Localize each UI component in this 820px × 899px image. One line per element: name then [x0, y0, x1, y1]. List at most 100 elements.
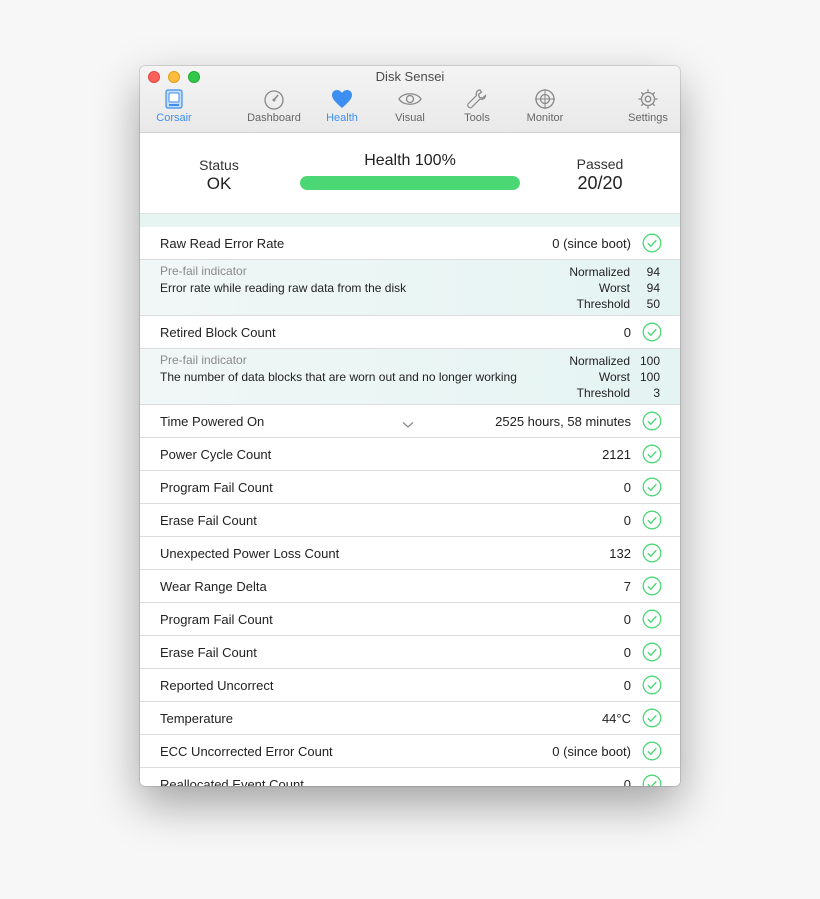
- check-icon: [642, 510, 662, 530]
- attribute-name: Retired Block Count: [160, 325, 276, 340]
- attribute-row[interactable]: Wear Range Delta 7: [140, 570, 680, 603]
- check-icon: [642, 609, 662, 629]
- attribute-value: 0 (since boot): [552, 236, 631, 251]
- check-icon: [642, 322, 662, 342]
- attribute-row[interactable]: Retired Block Count 0: [140, 316, 680, 349]
- attribute-value: 44°C: [601, 711, 631, 726]
- attribute-name: ECC Uncorrected Error Count: [160, 744, 333, 759]
- check-icon: [642, 477, 662, 497]
- attribute-name: Temperature: [160, 711, 233, 726]
- metric-row: Normalized 100: [569, 353, 660, 369]
- attribute-row[interactable]: Erase Fail Count 0: [140, 636, 680, 669]
- attribute-description: Error rate while reading raw data from t…: [160, 281, 407, 295]
- disk-icon: [165, 89, 183, 109]
- attribute-row[interactable]: Power Cycle Count 2121: [140, 438, 680, 471]
- attribute-name: Power Cycle Count: [160, 447, 272, 462]
- toolbar-item-label: Settings: [628, 112, 668, 124]
- status-label: Status: [199, 157, 239, 173]
- check-icon: [642, 444, 662, 464]
- toolbar-item-settings[interactable]: Settings: [613, 88, 680, 124]
- metric-label: Threshold: [576, 386, 630, 400]
- heart-icon: [332, 90, 352, 108]
- attribute-row[interactable]: Erase Fail Count 0: [140, 504, 680, 537]
- attribute-row[interactable]: Time Powered On 2525 hours, 58 minutes: [140, 405, 680, 438]
- toolbar-item-visual[interactable]: Visual: [375, 88, 445, 124]
- toolbar: Disk Sensei Corsair Dashboard Health Vis…: [140, 66, 680, 133]
- gauge-icon: [264, 90, 284, 110]
- metric-label: Worst: [598, 281, 630, 295]
- toolbar-item-health[interactable]: Health: [307, 88, 377, 124]
- attribute-row[interactable]: Reallocated Event Count 0: [140, 768, 680, 786]
- attribute-value: 0: [623, 645, 631, 660]
- attribute-detail: Pre-fail indicator Error rate while readi…: [140, 260, 680, 316]
- attribute-kind: Pre-fail indicator: [160, 353, 247, 367]
- check-icon: [642, 675, 662, 695]
- check-icon: [642, 642, 662, 662]
- attribute-value: 2525 hours, 58 minutes: [495, 414, 631, 429]
- attribute-row[interactable]: Temperature 44°C: [140, 702, 680, 735]
- attribute-value: 0: [623, 513, 631, 528]
- metric-row: Worst 100: [569, 369, 660, 385]
- attribute-name: Erase Fail Count: [160, 645, 257, 660]
- passed-label: Passed: [576, 156, 624, 172]
- health-summary: Status OK Health 100% Passed 20/20: [140, 133, 680, 213]
- attribute-metrics: Normalized 94 Worst 94 Threshold 50: [569, 264, 660, 312]
- metric-row: Threshold 50: [569, 296, 660, 312]
- attribute-row[interactable]: Program Fail Count 0: [140, 603, 680, 636]
- toolbar-item-tools[interactable]: Tools: [442, 88, 512, 124]
- toolbar-item-dashboard[interactable]: Dashboard: [239, 88, 309, 124]
- health-progress-bar: [300, 176, 520, 190]
- metric-value: 94: [646, 265, 660, 279]
- attribute-name: Reported Uncorrect: [160, 678, 274, 693]
- toolbar-item-label: Visual: [395, 112, 425, 124]
- check-icon: [642, 708, 662, 728]
- attribute-row[interactable]: Unexpected Power Loss Count 132: [140, 537, 680, 570]
- metric-row: Worst 94: [569, 280, 660, 296]
- attribute-value: 0: [623, 325, 631, 340]
- attribute-value: 7: [623, 579, 631, 594]
- check-icon: [642, 741, 662, 761]
- toolbar-item-label: Tools: [464, 112, 490, 124]
- attribute-value: 132: [609, 546, 631, 561]
- attribute-description: The number of data blocks that are worn …: [160, 370, 517, 384]
- health-label: Health 100%: [364, 152, 456, 169]
- attribute-name: Program Fail Count: [160, 480, 273, 495]
- check-icon: [642, 233, 662, 253]
- attribute-name: Time Powered On: [160, 414, 265, 429]
- toolbar-item-label: Health: [326, 112, 358, 124]
- attribute-row[interactable]: Program Fail Count 0: [140, 471, 680, 504]
- attribute-row[interactable]: ECC Uncorrected Error Count 0 (since boot…: [140, 735, 680, 768]
- metric-row: Threshold 3: [569, 385, 660, 401]
- metric-value: 100: [639, 354, 660, 368]
- attribute-name: Unexpected Power Loss Count: [160, 546, 340, 561]
- passed-value: 20/20: [577, 173, 623, 193]
- attribute-name: Erase Fail Count: [160, 513, 257, 528]
- toolbar-item-monitor[interactable]: Monitor: [510, 88, 580, 124]
- metric-label: Normalized: [569, 354, 630, 368]
- attribute-name: Reallocated Event Count: [160, 777, 304, 786]
- attribute-name: Program Fail Count: [160, 612, 273, 627]
- attribute-value: 0 (since boot): [552, 744, 631, 759]
- attribute-value: 0: [623, 612, 631, 627]
- attribute-row[interactable]: Reported Uncorrect 0: [140, 669, 680, 702]
- metric-value: 100: [639, 370, 660, 384]
- attribute-row[interactable]: Raw Read Error Rate 0 (since boot): [140, 227, 680, 260]
- attribute-value: 2121: [602, 447, 631, 462]
- check-icon: [642, 543, 662, 563]
- attribute-metrics: Normalized 100 Worst 100 Threshold 3: [569, 353, 660, 401]
- metric-value: 94: [646, 281, 660, 295]
- toolbar-item-label: Corsair: [156, 112, 192, 124]
- metric-value: 50: [646, 297, 660, 311]
- attribute-value: 0: [623, 480, 631, 495]
- metric-label: Worst: [598, 370, 630, 384]
- status-value: OK: [206, 174, 232, 193]
- toolbar-item-corsair[interactable]: Corsair: [140, 88, 209, 124]
- attribute-name: Wear Range Delta: [160, 579, 267, 594]
- crosshair-icon: [535, 89, 555, 109]
- chevron-down-icon[interactable]: [402, 421, 414, 429]
- wrench-icon: [467, 89, 487, 109]
- window-title: Disk Sensei: [375, 69, 445, 84]
- check-icon: [642, 576, 662, 596]
- check-icon: [642, 774, 662, 786]
- smart-attribute-list[interactable]: Raw Read Error Rate 0 (since boot) Pre-fai…: [140, 227, 680, 786]
